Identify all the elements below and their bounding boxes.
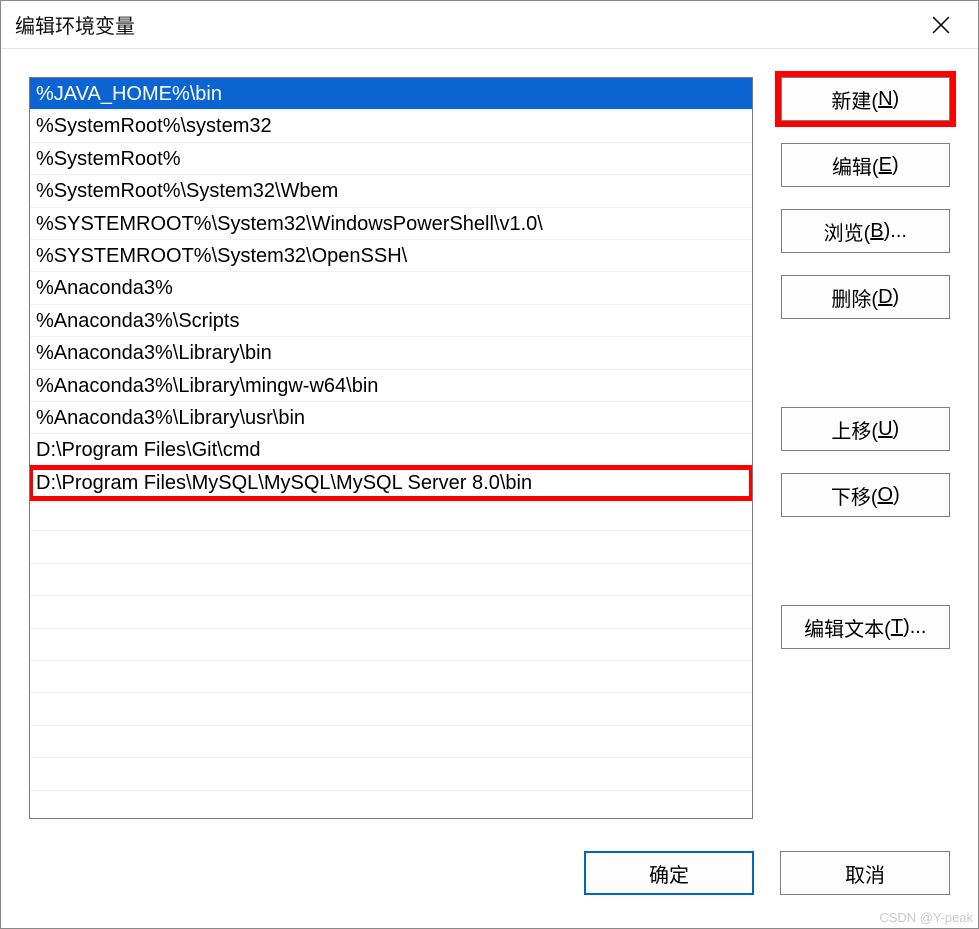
list-item-empty[interactable]	[30, 661, 752, 693]
titlebar: 编辑环境变量	[1, 1, 978, 49]
list-item-empty[interactable]	[30, 596, 752, 628]
move-down-button[interactable]: 下移(O)	[781, 473, 950, 517]
edit-text-button[interactable]: 编辑文本(T)...	[781, 605, 950, 649]
move-up-button[interactable]: 上移(U)	[781, 407, 950, 451]
list-item[interactable]: %SystemRoot%	[30, 143, 752, 175]
cancel-button[interactable]: 取消	[780, 851, 950, 895]
list-item-empty[interactable]	[30, 693, 752, 725]
list-item[interactable]: %JAVA_HOME%\bin	[30, 78, 752, 110]
ok-button[interactable]: 确定	[584, 851, 754, 895]
edit-button[interactable]: 编辑(E)	[781, 143, 950, 187]
new-button[interactable]: 新建(N)	[781, 77, 950, 121]
list-item[interactable]: %SYSTEMROOT%\System32\WindowsPowerShell\…	[30, 208, 752, 240]
button-spacer	[781, 539, 950, 583]
list-item[interactable]: %Anaconda3%\Scripts	[30, 305, 752, 337]
list-item[interactable]: %Anaconda3%\Library\mingw-w64\bin	[30, 370, 752, 402]
list-item-empty[interactable]	[30, 726, 752, 758]
side-buttons: 新建(N) 编辑(E) 浏览(B)... 删除(D) 上移(U) 下移(O) 编…	[781, 77, 950, 828]
button-spacer	[781, 341, 950, 385]
list-item-empty[interactable]	[30, 564, 752, 596]
list-item-empty[interactable]	[30, 499, 752, 531]
list-item-empty[interactable]	[30, 629, 752, 661]
list-item[interactable]: %Anaconda3%	[30, 272, 752, 304]
dialog-bottom-row: 确定 取消	[1, 848, 978, 928]
browse-button[interactable]: 浏览(B)...	[781, 209, 950, 253]
list-item[interactable]: %SystemRoot%\System32\Wbem	[30, 175, 752, 207]
dialog-title: 编辑环境变量	[15, 10, 135, 39]
list-item-empty[interactable]	[30, 531, 752, 563]
list-item-empty[interactable]	[30, 758, 752, 790]
close-icon	[932, 16, 950, 34]
list-item[interactable]: %SystemRoot%\system32	[30, 110, 752, 142]
list-item[interactable]: %Anaconda3%\Library\bin	[30, 337, 752, 369]
delete-button[interactable]: 删除(D)	[781, 275, 950, 319]
dialog-window: 编辑环境变量 %JAVA_HOME%\bin%SystemRoot%\syste…	[0, 0, 979, 929]
list-item[interactable]: %Anaconda3%\Library\usr\bin	[30, 402, 752, 434]
list-item[interactable]: D:\Program Files\Git\cmd	[30, 434, 752, 466]
list-item[interactable]: %SYSTEMROOT%\System32\OpenSSH\	[30, 240, 752, 272]
path-listbox[interactable]: %JAVA_HOME%\bin%SystemRoot%\system32%Sys…	[29, 77, 753, 819]
dialog-content: %JAVA_HOME%\bin%SystemRoot%\system32%Sys…	[1, 49, 978, 848]
close-button[interactable]	[918, 2, 964, 48]
list-item[interactable]: D:\Program Files\MySQL\MySQL\MySQL Serve…	[30, 467, 752, 499]
